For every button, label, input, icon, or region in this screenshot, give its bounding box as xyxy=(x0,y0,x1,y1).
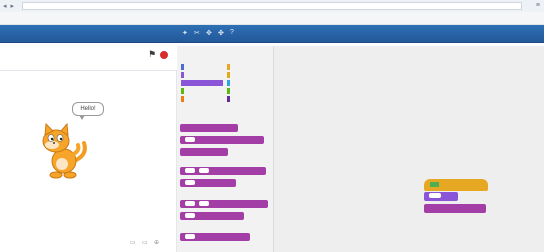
category-more-blocks[interactable] xyxy=(227,96,267,102)
category-pen[interactable] xyxy=(181,88,221,94)
category-events[interactable] xyxy=(227,64,267,70)
palette-block[interactable] xyxy=(180,179,236,187)
category-sound[interactable] xyxy=(181,80,223,86)
block-palette xyxy=(177,46,274,252)
category-motion[interactable] xyxy=(181,64,221,70)
palette-block[interactable] xyxy=(180,212,244,220)
category-operators[interactable] xyxy=(227,88,267,94)
shrink-icon[interactable]: ✤ xyxy=(218,29,224,37)
bookmarks-bar xyxy=(0,12,544,25)
when-flag-clicked-block[interactable] xyxy=(424,179,488,191)
speech-bubble-tail xyxy=(79,115,85,120)
stage-header: ⚑ xyxy=(0,46,176,68)
palette-block[interactable] xyxy=(180,148,228,156)
green-flag-icon[interactable]: ⚑ xyxy=(148,50,156,59)
script-block[interactable] xyxy=(424,192,458,201)
scratch-browser-window: ◂ ▸ ≡ ✦ ✂ ✥ ✤ ? ⚑ Hello! ▭ ▭ ⊕ xyxy=(0,0,544,252)
stage-footer: ▭ ▭ ⊕ xyxy=(0,234,177,252)
stop-icon[interactable] xyxy=(160,51,168,59)
browser-menu-icon[interactable]: ≡ xyxy=(536,2,540,9)
palette-block[interactable] xyxy=(180,200,268,208)
back-forward-icon[interactable]: ◂ ▸ xyxy=(3,2,15,10)
category-control[interactable] xyxy=(227,72,267,78)
help-icon[interactable]: ? xyxy=(230,29,234,36)
delete-icon[interactable]: ✂ xyxy=(194,29,200,37)
grow-icon[interactable]: ✥ xyxy=(206,29,212,37)
zoom-icon[interactable]: ⊕ xyxy=(154,239,159,246)
category-sensing[interactable] xyxy=(227,80,267,86)
stage[interactable]: Hello! xyxy=(0,70,177,235)
script-block[interactable] xyxy=(424,204,486,213)
duplicate-icon[interactable]: ✦ xyxy=(182,29,188,37)
palette-block[interactable] xyxy=(180,233,250,241)
full-stage-icon[interactable]: ▭ xyxy=(142,239,148,246)
palette-block[interactable] xyxy=(180,167,266,175)
speech-bubble: Hello! xyxy=(72,102,104,116)
palette-block[interactable] xyxy=(180,124,238,132)
category-looks[interactable] xyxy=(181,72,221,78)
palette-block[interactable] xyxy=(180,136,264,144)
cat-sprite[interactable] xyxy=(34,121,90,181)
small-stage-icon[interactable]: ▭ xyxy=(130,239,136,246)
green-flag-icon xyxy=(430,182,439,188)
url-field[interactable] xyxy=(22,2,522,10)
category-data[interactable] xyxy=(181,96,221,102)
script-area[interactable] xyxy=(274,46,544,252)
scratch-menu-bar: ✦ ✂ ✥ ✤ ? xyxy=(0,25,544,43)
